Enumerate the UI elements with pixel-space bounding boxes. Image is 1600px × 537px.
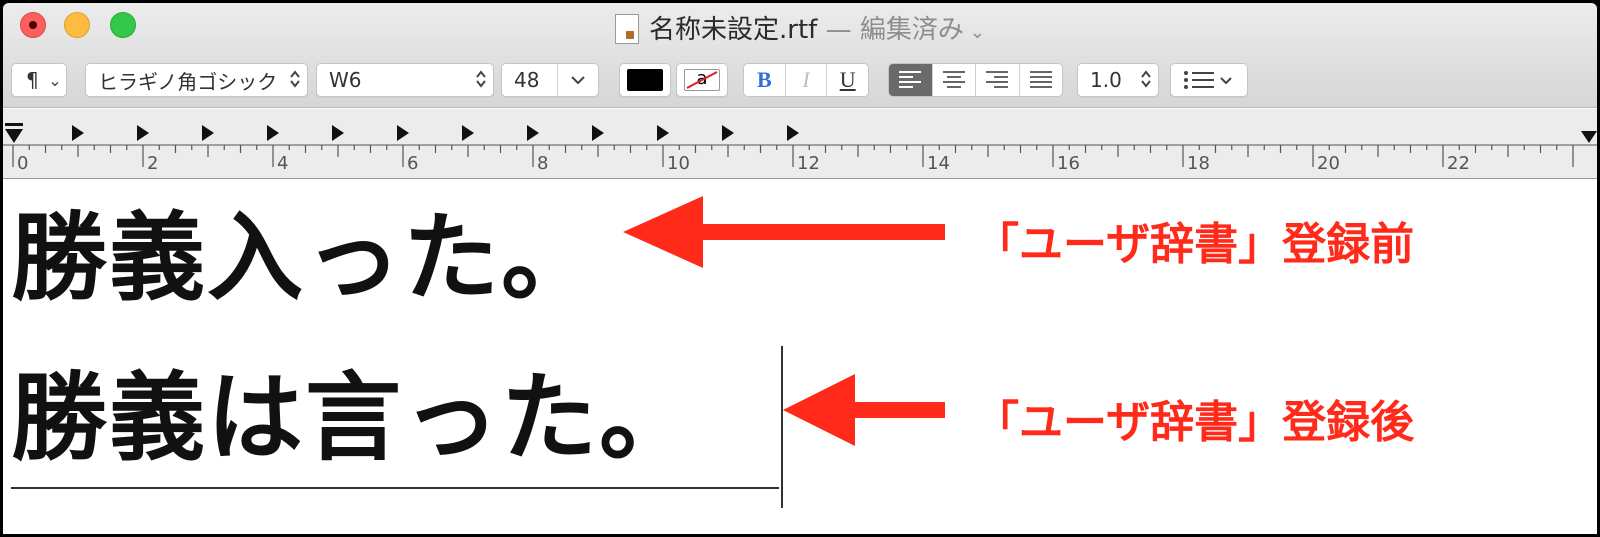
line-spacing-popup[interactable]: 1.0 xyxy=(1077,63,1159,97)
chevron-down-icon[interactable] xyxy=(558,71,598,90)
tab-stop-marker xyxy=(202,125,214,141)
align-center-icon xyxy=(942,71,965,88)
updown-arrows-icon xyxy=(469,68,493,92)
list-style-popup[interactable] xyxy=(1170,63,1248,97)
highlight-color-well[interactable]: a xyxy=(676,63,728,97)
right-margin-marker xyxy=(1581,131,1597,143)
tab-stop-marker xyxy=(72,125,84,141)
ruler-label: 22 xyxy=(1447,153,1470,174)
document-window: 名称未設定.rtf — 編集済み ⌄ ¶ ⌄ ヒラギノ角ゴシック W6 48 a… xyxy=(3,3,1597,534)
alignment-segmented xyxy=(888,63,1063,97)
document-line-2: 勝義は言った。 xyxy=(11,362,697,474)
align-left-button[interactable] xyxy=(889,64,933,96)
window-title-bar[interactable]: 名称未設定.rtf — 編集済み ⌄ xyxy=(3,9,1597,46)
font-weight-popup[interactable]: W6 xyxy=(316,63,494,97)
ruler-graphic: 0 2 4 6 8 10 12 14 16 18 20 22 xyxy=(3,123,1597,174)
text-color-swatch xyxy=(627,69,663,91)
marked-text-underline xyxy=(11,487,779,489)
arrow-left-icon xyxy=(623,196,945,268)
tab-stop-marker xyxy=(722,125,734,141)
align-left-icon xyxy=(899,71,922,88)
bold-button[interactable]: B xyxy=(744,64,786,96)
bold-label: B xyxy=(756,67,772,92)
ruler-label: 20 xyxy=(1317,153,1340,174)
underline-button[interactable]: U xyxy=(827,64,868,96)
updown-arrows-icon xyxy=(1134,68,1158,92)
chevron-down-icon: ⌄ xyxy=(48,70,62,90)
document-icon xyxy=(615,14,640,44)
ruler-label: 6 xyxy=(407,153,418,174)
updown-arrows-icon xyxy=(283,68,307,92)
left-indent-marker xyxy=(5,129,23,143)
ruler-label: 18 xyxy=(1187,153,1210,174)
highlight-color-swatch: a xyxy=(684,69,720,91)
line-spacing-label: 1.0 xyxy=(1090,68,1122,92)
italic-label: I xyxy=(802,67,810,92)
tab-stop-marker xyxy=(592,125,604,141)
tab-stop-marker xyxy=(137,125,149,141)
align-justify-button[interactable] xyxy=(1020,64,1063,96)
font-style-segmented: B I U xyxy=(743,63,869,97)
font-family-label: ヒラギノ角ゴシック xyxy=(98,69,278,94)
align-justify-icon xyxy=(1029,71,1052,88)
underline-label: U xyxy=(839,67,856,92)
ruler[interactable]: 0 2 4 6 8 10 12 14 16 18 20 22 xyxy=(3,109,1597,179)
font-family-popup[interactable]: ヒラギノ角ゴシック xyxy=(85,63,308,97)
title-toolbar-area: 名称未設定.rtf — 編集済み ⌄ ¶ ⌄ ヒラギノ角ゴシック W6 48 a… xyxy=(3,3,1597,108)
font-size-combo[interactable]: 48 xyxy=(501,63,599,97)
tab-stop-marker xyxy=(332,125,344,141)
ruler-label: 0 xyxy=(17,153,28,174)
ruler-label: 14 xyxy=(927,153,950,174)
tab-stop-marker xyxy=(267,125,279,141)
ruler-label: 8 xyxy=(537,153,548,174)
tab-stop-marker xyxy=(462,125,474,141)
ruler-label: 2 xyxy=(147,153,158,174)
tab-stop-marker xyxy=(787,125,799,141)
window-title: 名称未設定.rtf xyxy=(649,15,818,45)
tab-stop-marker xyxy=(527,125,539,141)
list-bullets-icon xyxy=(1184,71,1214,89)
document-line-1: 勝義入った。 xyxy=(11,202,599,314)
font-weight-label: W6 xyxy=(329,68,362,92)
ruler-label: 12 xyxy=(797,153,820,174)
font-size-field[interactable]: 48 xyxy=(502,64,558,96)
title-separator: — xyxy=(825,15,852,45)
tab-stop-marker xyxy=(657,125,669,141)
arrow-left-icon xyxy=(783,374,945,446)
ruler-label: 16 xyxy=(1057,153,1080,174)
paragraph-icon: ¶ xyxy=(26,68,39,92)
document-body[interactable]: 勝義入った。 勝義は言った。 「ユーザ辞書」登録前 「ユーザ辞書」登録後 xyxy=(3,180,1597,534)
chevron-down-icon xyxy=(1216,71,1236,90)
ruler-label: 4 xyxy=(277,153,288,174)
paragraph-style-popup[interactable]: ¶ ⌄ xyxy=(11,63,67,97)
tab-stop-marker xyxy=(397,125,409,141)
align-center-button[interactable] xyxy=(933,64,976,96)
text-color-well[interactable] xyxy=(619,63,671,97)
align-right-icon xyxy=(986,71,1009,88)
edited-status: 編集済み xyxy=(859,15,964,45)
italic-button[interactable]: I xyxy=(786,64,828,96)
first-line-indent-marker xyxy=(5,123,23,126)
chevron-down-icon[interactable]: ⌄ xyxy=(970,22,985,43)
annotation-after: 「ユーザ辞書」登録後 xyxy=(975,397,1415,448)
align-right-button[interactable] xyxy=(976,64,1020,96)
ruler-label: 10 xyxy=(667,153,690,174)
annotation-before: 「ユーザ辞書」登録前 xyxy=(975,219,1415,270)
